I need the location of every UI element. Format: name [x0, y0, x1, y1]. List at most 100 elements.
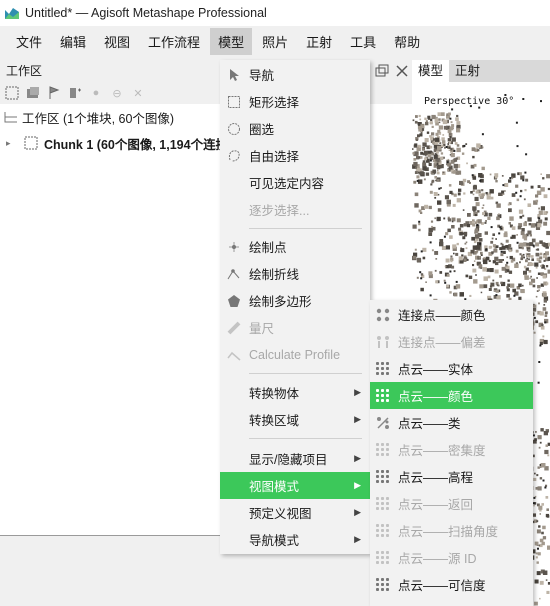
point-cloud-speck [490, 226, 493, 229]
point-cloud-speck [535, 431, 537, 433]
point-cloud-speck [416, 276, 419, 279]
menu-item-show-hide-items[interactable]: 显示/隐藏项目 ▶ [220, 445, 370, 472]
menu-item-navigate[interactable]: 导航 [220, 61, 370, 88]
point-cloud-speck [449, 190, 453, 194]
point-cloud-speck [416, 175, 420, 179]
view-mode-point-cloud-solid[interactable]: 点云——实体 [370, 355, 533, 382]
disable-icon[interactable]: ⊖ [109, 85, 125, 101]
point-cloud-speck [535, 194, 539, 198]
menu-item-navigation-mode[interactable]: 导航模式 ▶ [220, 526, 370, 553]
menu-file[interactable]: 文件 [8, 28, 50, 55]
menu-item-draw-polygon[interactable]: 绘制多边形 [220, 287, 370, 314]
point-cloud-speck [435, 258, 438, 260]
menu-item-visible-selection[interactable]: 可见选定内容 [220, 169, 370, 196]
menu-item-gradual-selection[interactable]: 逐步选择... [220, 196, 370, 223]
remove-icon[interactable]: ✕ [130, 85, 146, 101]
point-cloud-speck [413, 158, 417, 161]
view-mode-point-cloud-color[interactable]: 点云——颜色 [370, 382, 533, 409]
point-cloud-speck [543, 253, 546, 255]
view-mode-point-cloud-scan-angle[interactable]: 点云——扫描角度 [370, 517, 533, 544]
point-cloud-speck [479, 264, 482, 267]
point-cloud-speck [542, 525, 546, 530]
point-cloud-speck [489, 268, 494, 273]
menu-workflow[interactable]: 工作流程 [140, 28, 208, 55]
point-cloud-speck [545, 513, 550, 518]
point-cloud-speck [453, 163, 458, 169]
point-cloud-speck [530, 185, 534, 189]
menu-tools[interactable]: 工具 [342, 28, 384, 55]
menu-model[interactable]: 模型 [210, 27, 253, 55]
point-cloud-speck [447, 138, 452, 142]
point-cloud-speck [451, 265, 455, 269]
point-cloud-speck [428, 232, 433, 236]
point-cloud-speck [437, 193, 440, 196]
view-mode-point-cloud-source-id[interactable]: 点云——源 ID [370, 544, 533, 571]
menu-item-transform-region[interactable]: 转换区域 ▶ [220, 406, 370, 433]
menu-item-draw-polyline[interactable]: 绘制折线 [220, 260, 370, 287]
menu-ortho[interactable]: 正射 [298, 28, 340, 55]
enable-icon[interactable]: ● [88, 85, 104, 101]
view-mode-point-cloud-confidence[interactable]: 点云——可信度 [370, 571, 533, 598]
profile-icon [227, 348, 241, 362]
point-cloud-speck [477, 219, 482, 224]
view-mode-tie-points-color[interactable]: 连接点——颜色 [370, 301, 533, 328]
point-cloud-speck [479, 242, 482, 245]
menu-item-draw-point[interactable]: 绘制点 [220, 233, 370, 260]
menu-item-predefined-views[interactable]: 预定义视图 ▶ [220, 499, 370, 526]
point-cloud-speck [505, 239, 509, 243]
menu-item-free-select[interactable]: 自由选择 [220, 142, 370, 169]
menu-item-view-mode[interactable]: 视图模式 ▶ [220, 472, 370, 499]
point-cloud-speck [516, 234, 518, 236]
point-cloud-speck [438, 187, 441, 190]
add-chunk-icon[interactable] [4, 85, 20, 101]
tab-model[interactable]: 模型 [412, 60, 450, 82]
point-cloud-speck [462, 236, 466, 240]
point-cloud-speck [451, 108, 454, 111]
view-mode-point-cloud-elevation[interactable]: 点云——高程 [370, 463, 533, 490]
view-mode-point-cloud-classes[interactable]: 点云——类 [370, 409, 533, 436]
menu-photo[interactable]: 照片 [254, 28, 296, 55]
menu-item-transform-object[interactable]: 转换物体 ▶ [220, 379, 370, 406]
point-cloud-speck [420, 250, 423, 253]
add-photos-icon[interactable] [25, 85, 41, 101]
point-cloud-speck [422, 247, 427, 252]
add-markers-icon[interactable] [46, 85, 62, 101]
point-cloud-speck [542, 536, 547, 540]
point-cloud-speck [535, 556, 538, 559]
view-mode-submenu: 连接点——颜色 连接点——偏差 点云——实体 点云——颜色 点云——类 点云——… [370, 300, 533, 606]
point-cloud-speck [543, 243, 549, 248]
add-shape-icon[interactable] [67, 85, 83, 101]
point-cloud-speck [532, 307, 537, 312]
point-cloud-speck [507, 279, 510, 282]
point-cloud-speck [532, 502, 535, 505]
point-cloud-speck [543, 194, 548, 199]
point-cloud-speck [492, 233, 495, 236]
view-mode-point-cloud-intensity[interactable]: 点云——密集度 [370, 436, 533, 463]
point-cloud-speck [423, 150, 429, 155]
view-mode-tie-points-variance[interactable]: 连接点——偏差 [370, 328, 533, 355]
point-cloud-speck [518, 209, 524, 214]
close-panel-icon[interactable] [394, 63, 410, 79]
view-mode-point-cloud-return[interactable]: 点云——返回 [370, 490, 533, 517]
point-cloud-speck [498, 213, 500, 216]
tab-ortho[interactable]: 正射 [449, 60, 486, 82]
expand-chevron-icon[interactable]: ▸ [6, 138, 20, 149]
point-cloud-speck [451, 124, 455, 128]
draw-polyline-icon [227, 267, 241, 281]
menu-item-calculate-profile[interactable]: Calculate Profile [220, 341, 370, 368]
float-panel-icon[interactable] [374, 63, 390, 79]
point-cloud-speck [516, 198, 520, 202]
menu-help[interactable]: 帮助 [386, 28, 428, 55]
point-cloud-speck [500, 253, 504, 257]
menu-item-rectangle-select[interactable]: 矩形选择 [220, 88, 370, 115]
point-cloud-speck [535, 242, 540, 247]
point-cloud-speck [510, 260, 514, 263]
menu-edit[interactable]: 编辑 [52, 28, 94, 55]
point-cloud-speck [493, 248, 498, 253]
point-cloud-speck [535, 252, 540, 257]
menu-view[interactable]: 视图 [96, 28, 138, 55]
point-cloud-speck [434, 161, 437, 164]
point-cloud-speck [517, 225, 522, 230]
menu-item-circle-select[interactable]: 圈选 [220, 115, 370, 142]
menu-item-ruler[interactable]: 量尺 [220, 314, 370, 341]
